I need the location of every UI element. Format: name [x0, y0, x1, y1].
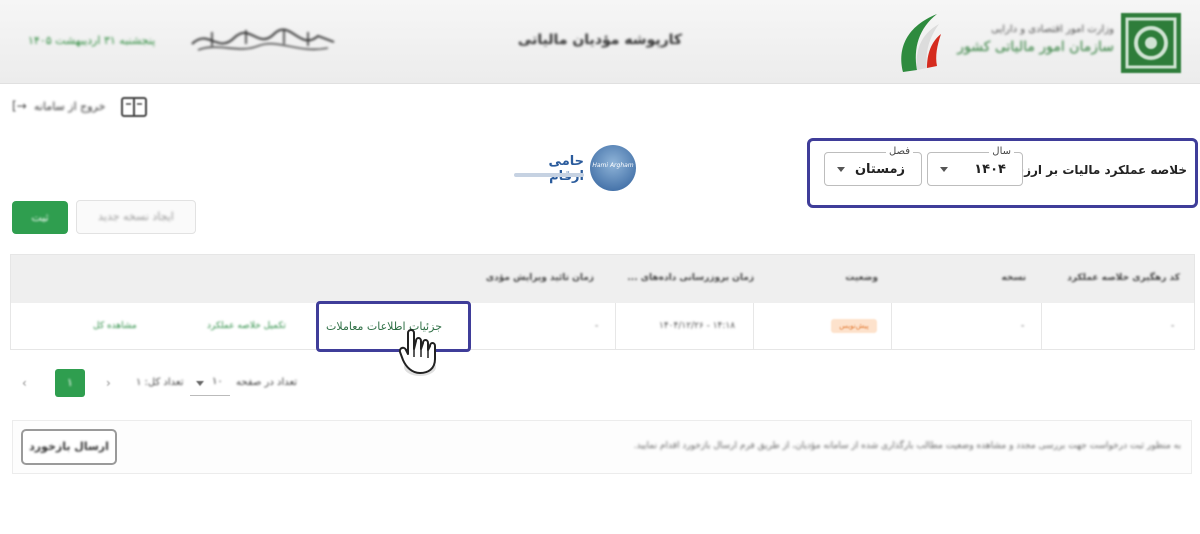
chevron-left-icon[interactable]: ‹ — [22, 376, 27, 390]
page-title: کارپوشه مؤدیان مالیاتی — [517, 32, 683, 48]
feedback-text: به منظور ثبت درخواست جهت بررسی مجدد و مش… — [633, 441, 1181, 451]
table-header: کد رهگیری خلاصه عملکرد نسخه وضعیت زمان ب… — [11, 255, 1194, 303]
send-feedback-label: ارسال بازخورد — [29, 440, 109, 453]
page-button-current[interactable]: ۱ — [55, 369, 85, 397]
organization-name: وزارت امور اقتصادی و دارایی سازمان امور … — [952, 24, 1114, 55]
summary-table: کد رهگیری خلاصه عملکرد نسخه وضعیت زمان ب… — [10, 254, 1195, 350]
cell-updated-at: ۱۴۰۴/۱۲/۲۶ - ۱۴:۱۸ — [659, 321, 736, 331]
watermark-logo: حامی ارقام Hami Argham — [514, 145, 636, 193]
year-select[interactable]: سال ۱۴۰۴ — [927, 145, 1023, 186]
chevron-down-icon[interactable] — [196, 381, 204, 386]
complete-summary-link[interactable]: تکمیل خلاصه عملکرد — [207, 321, 286, 331]
feedback-panel: به منظور ثبت درخواست جهت بررسی مجدد و مش… — [12, 420, 1192, 474]
column-header-status: وضعیت — [845, 273, 878, 283]
year-value: ۱۴۰۴ — [974, 162, 1006, 177]
book-icon[interactable] — [121, 96, 147, 118]
chevron-down-icon[interactable] — [837, 167, 845, 172]
logout-button[interactable]: خروج از سامانه — [34, 100, 105, 113]
submit-label: ثبت — [31, 211, 49, 224]
chevron-right-icon[interactable]: › — [106, 376, 111, 390]
ministry-name: وزارت امور اقتصادی و دارایی — [991, 24, 1114, 35]
flag-logo-icon — [901, 14, 941, 72]
chevron-down-icon[interactable] — [940, 167, 948, 172]
status-badge-text: پیش‌نویس — [839, 322, 869, 330]
summary-filter-box: خلاصه عملکرد مالیات بر ارزش افزوده سال ۱… — [807, 138, 1198, 208]
view-all-link[interactable]: مشاهده کل — [93, 321, 137, 331]
cell-approved-at: - — [595, 321, 599, 331]
season-label: فصل — [885, 145, 913, 159]
send-feedback-button[interactable]: ارسال بازخورد — [21, 429, 117, 465]
column-header-approved: زمان تائید ویرایش مؤدی — [485, 273, 594, 283]
column-header-version: نسخه — [1001, 273, 1026, 283]
submit-button[interactable]: ثبت — [12, 201, 68, 234]
status-badge: پیش‌نویس — [831, 319, 877, 333]
header-date: پنجشنبه ۳۱ اردیبهشت ۱۴۰۵ — [28, 34, 156, 47]
column-header-updated: زمان بروزرسانی داده‌های ... — [627, 273, 754, 283]
cell-version: - — [1021, 321, 1025, 331]
logout-icon[interactable]: [→ — [12, 99, 27, 113]
transaction-details-highlight[interactable]: جزئیات اطلاعات معاملات — [316, 301, 471, 352]
page-size-label: تعداد در صفحه — [236, 377, 298, 388]
new-version-label: ایجاد نسخه جدید — [98, 210, 174, 223]
page-number: ۱ — [67, 376, 73, 389]
year-label: سال — [989, 145, 1014, 159]
app-header: پنجشنبه ۳۱ اردیبهشت ۱۴۰۵ کارپوشه مؤدیان … — [0, 0, 1200, 84]
hand-cursor-icon — [398, 329, 436, 376]
emblem-icon — [1121, 13, 1181, 73]
page-size-value: ۱۰ — [212, 376, 223, 387]
watermark-brand: Hami Argham — [592, 162, 634, 169]
cell-tracking-code: - — [1171, 321, 1175, 331]
season-value: زمستان — [854, 162, 905, 177]
slogan-calligraphy — [191, 28, 335, 51]
column-header-tracking-code: کد رهگیری خلاصه عملکرد — [1067, 273, 1180, 283]
season-select[interactable]: فصل زمستان — [824, 145, 922, 186]
watermark-text: حامی ارقام — [548, 154, 584, 184]
total-count: تعداد کل: ۱ — [136, 377, 184, 388]
table-row: - - پیش‌نویس ۱۴۰۴/۱۲/۲۶ - ۱۴:۱۸ - تکمیل … — [11, 303, 1194, 349]
tax-organization-name: سازمان امور مالیاتی کشور — [957, 39, 1114, 55]
watermark-tagline — [514, 173, 584, 177]
new-version-button[interactable]: ایجاد نسخه جدید — [76, 200, 196, 234]
page-size-select[interactable]: ۱۰ — [190, 370, 230, 396]
watermark-circle-icon: Hami Argham — [590, 145, 636, 191]
